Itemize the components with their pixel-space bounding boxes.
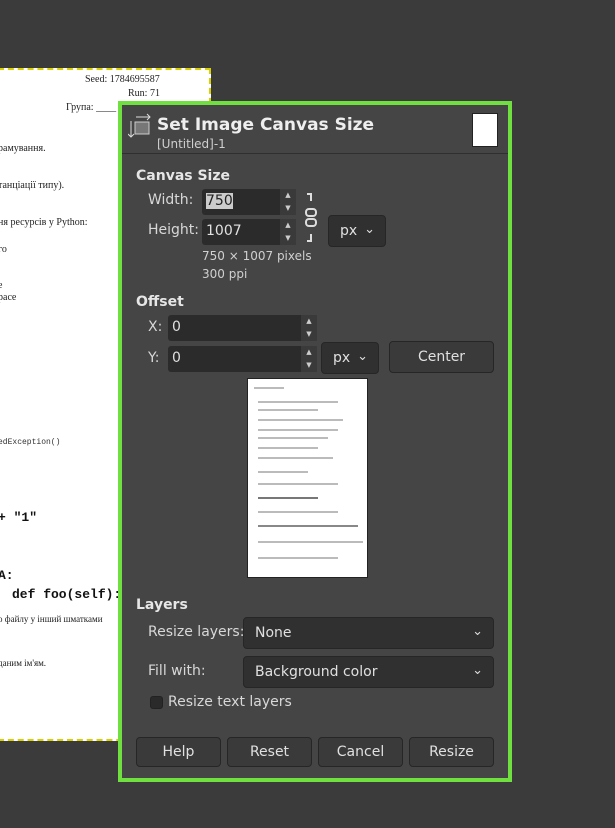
resize-text-layers-checkbox[interactable]: [150, 696, 163, 709]
page-line: ня ресурсів у Python:: [0, 217, 88, 228]
fill-with-value: Background color: [255, 664, 378, 680]
canvas-size-icon: [128, 113, 151, 138]
width-spinner[interactable]: ▲ ▼: [280, 189, 296, 215]
chain-link-icon[interactable]: [304, 193, 318, 243]
canvas-size-heading: Canvas Size: [136, 168, 230, 184]
resize-text-layers-label: Resize text layers: [168, 694, 292, 710]
offset-y-value: 0: [172, 350, 181, 366]
help-button[interactable]: Help: [136, 737, 221, 767]
canvas-size-dialog: Set Image Canvas Size [Untitled]-1 Canva…: [118, 101, 512, 782]
height-input[interactable]: 1007 ▲ ▼: [202, 219, 296, 245]
chevron-down-icon: ⌄: [472, 624, 483, 639]
height-label: Height:: [148, 222, 199, 238]
offset-x-label: X:: [148, 319, 163, 335]
offset-y-spinner[interactable]: ▲ ▼: [301, 346, 317, 372]
size-unit-select[interactable]: px ⌄: [328, 215, 386, 247]
ppi-info: 300 ppi: [202, 267, 248, 281]
page-line: танціації типу).: [0, 180, 65, 191]
offset-heading: Offset: [136, 294, 184, 310]
dialog-subtitle: [Untitled]-1: [157, 137, 226, 151]
fill-with-label: Fill with:: [148, 663, 206, 679]
page-line: edException(): [0, 438, 61, 447]
chevron-down-icon: ⌄: [357, 349, 368, 364]
offset-unit-value: px: [333, 350, 351, 366]
page-line: pace: [0, 292, 17, 303]
offset-x-spinner[interactable]: ▲ ▼: [301, 315, 317, 341]
width-value: 750: [206, 193, 233, 209]
offset-x-value: 0: [172, 319, 181, 335]
layers-heading: Layers: [136, 597, 188, 613]
offset-y-input[interactable]: 0 ▲ ▼: [168, 346, 317, 372]
offset-y-label: Y:: [148, 350, 160, 366]
width-input[interactable]: 750 ▲ ▼: [202, 189, 296, 215]
resize-layers-select[interactable]: None ⌄: [243, 617, 494, 649]
offset-unit-select[interactable]: px ⌄: [321, 342, 379, 374]
group-text: Група: ____: [66, 102, 117, 113]
chevron-down-icon: ⌄: [472, 663, 483, 678]
resize-layers-value: None: [255, 625, 292, 641]
dialog-title: Set Image Canvas Size: [157, 115, 375, 135]
seed-text: Seed: 1784695587: [85, 74, 160, 85]
height-spinner[interactable]: ▲ ▼: [280, 219, 296, 245]
page-line: def foo(self):: [12, 587, 122, 602]
run-text: Run: 71: [128, 88, 160, 99]
height-value: 1007: [206, 223, 242, 239]
page-line: го: [0, 244, 7, 255]
center-button[interactable]: Center: [389, 341, 494, 373]
width-label: Width:: [148, 192, 194, 208]
page-line: A:: [0, 568, 14, 583]
image-thumbnail: [472, 113, 498, 147]
offset-x-input[interactable]: 0 ▲ ▼: [168, 315, 317, 341]
page-line: е: [0, 280, 3, 291]
reset-button[interactable]: Reset: [227, 737, 312, 767]
page-line: + "1": [0, 510, 38, 525]
cancel-button[interactable]: Cancel: [318, 737, 403, 767]
page-line: рамування.: [0, 143, 46, 154]
dialog-header: Set Image Canvas Size [Untitled]-1: [122, 105, 508, 154]
chevron-down-icon: ⌄: [364, 222, 375, 237]
fill-with-select[interactable]: Background color ⌄: [243, 656, 494, 688]
resize-button[interactable]: Resize: [409, 737, 494, 767]
resize-layers-label: Resize layers:: [148, 624, 245, 640]
page-line: о файлу у інший шматками: [0, 614, 103, 624]
pixels-info: 750 × 1007 pixels: [202, 249, 312, 263]
size-unit-value: px: [340, 223, 358, 239]
offset-preview[interactable]: [247, 378, 368, 578]
page-line: даним ім'ям.: [0, 658, 47, 668]
